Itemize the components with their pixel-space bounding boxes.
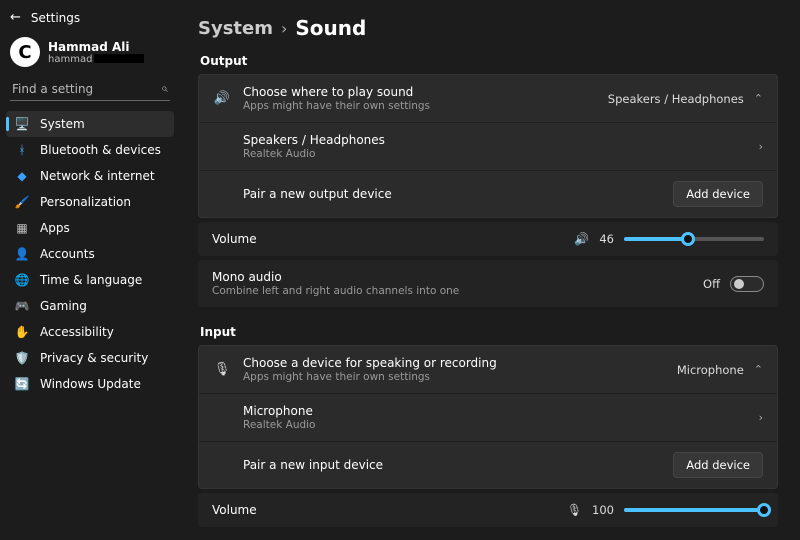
nav-icon: 🌐 [14,273,30,287]
pair-output-title: Pair a new output device [243,187,661,201]
chevron-right-icon: › [759,140,763,153]
output-device-card: 🔊 Choose where to play sound Apps might … [198,74,778,218]
output-volume-slider[interactable] [624,237,764,241]
input-volume-label: Volume [212,503,555,517]
nav-label: Bluetooth & devices [40,143,161,157]
breadcrumb-root[interactable]: System [198,18,273,39]
mono-audio-sub: Combine left and right audio channels in… [212,285,691,297]
nav-icon: ᚼ [14,143,30,157]
speaker-icon[interactable]: 🔊 [574,232,589,246]
user-name: Hammad Ali [48,40,144,54]
search-input[interactable] [12,82,161,96]
nav-icon: 🛡️ [14,351,30,365]
nav-icon: 🖌️ [14,195,30,209]
main-content: System › Sound Output 🔊 Choose where to … [180,0,800,540]
pair-input-row: Pair a new input device Add device [199,441,777,488]
nav-icon: 🔄 [14,377,30,391]
microphone-icon: 🎙 [213,362,231,377]
user-account[interactable]: C Hammad Ali hammad [6,31,174,77]
sidebar-item-accessibility[interactable]: ✋ Accessibility [6,319,174,345]
mono-audio-state: Off [703,277,720,291]
sidebar-item-apps[interactable]: ▦ Apps [6,215,174,241]
input-device-title: Microphone [243,404,747,418]
sidebar-item-gaming[interactable]: 🎮 Gaming [6,293,174,319]
output-volume-row: Volume 🔊 46 [198,222,778,256]
output-device-sub: Realtek Audio [243,148,747,160]
nav-label: Windows Update [40,377,141,391]
choose-output-title: Choose where to play sound [243,85,596,99]
search-icon: ⌕ [161,81,168,96]
output-volume-label: Volume [212,232,562,246]
input-section-title: Input [200,325,778,339]
choose-output-value: Speakers / Headphones [608,92,744,106]
user-email: hammad [48,54,144,65]
sidebar-item-windows-update[interactable]: 🔄 Windows Update [6,371,174,397]
sidebar-item-bluetooth-devices[interactable]: ᚼ Bluetooth & devices [6,137,174,163]
chevron-right-icon: › [281,19,287,38]
nav-label: Accounts [40,247,95,261]
input-device-sub: Realtek Audio [243,419,747,431]
input-volume-value: 100 [592,503,614,517]
nav-icon: 🎮 [14,299,30,313]
back-icon[interactable]: ← [10,10,21,25]
nav-label: Network & internet [40,169,155,183]
nav-label: Gaming [40,299,87,313]
chevron-up-icon: ⌃ [754,363,763,376]
output-device-title: Speakers / Headphones [243,133,747,147]
nav-icon: 👤 [14,247,30,261]
output-device-row[interactable]: Speakers / Headphones Realtek Audio › [199,122,777,170]
sidebar-item-accounts[interactable]: 👤 Accounts [6,241,174,267]
nav-label: Personalization [40,195,131,209]
choose-input-row[interactable]: 🎙 Choose a device for speaking or record… [199,346,777,393]
nav-label: Accessibility [40,325,114,339]
sidebar-item-personalization[interactable]: 🖌️ Personalization [6,189,174,215]
app-title: Settings [31,11,80,25]
sidebar-item-system[interactable]: 🖥️ System [6,111,174,137]
nav-icon: 🖥️ [14,117,30,131]
input-device-card: 🎙 Choose a device for speaking or record… [198,345,778,489]
nav-icon: ✋ [14,325,30,339]
chevron-right-icon: › [759,411,763,424]
nav-label: Time & language [40,273,142,287]
output-volume-value: 46 [599,232,614,246]
choose-input-value: Microphone [677,363,744,377]
sidebar-item-network-internet[interactable]: ◆ Network & internet [6,163,174,189]
input-volume-row: Volume 🎙 100 [198,493,778,527]
avatar: C [10,37,40,67]
page-title: Sound [295,16,366,40]
choose-input-sub: Apps might have their own settings [243,371,665,383]
nav-label: System [40,117,85,131]
nav-label: Privacy & security [40,351,148,365]
search-box[interactable]: ⌕ [10,77,170,101]
input-device-row[interactable]: Microphone Realtek Audio › [199,393,777,441]
sidebar: ← Settings C Hammad Ali hammad ⌕ 🖥️ Syste… [0,0,180,540]
choose-input-title: Choose a device for speaking or recordin… [243,356,665,370]
choose-output-row[interactable]: 🔊 Choose where to play sound Apps might … [199,75,777,122]
mono-audio-title: Mono audio [212,270,691,284]
nav-label: Apps [40,221,70,235]
nav-icon: ◆ [14,169,30,183]
output-section-title: Output [200,54,778,68]
nav-list: 🖥️ System ᚼ Bluetooth & devices ◆ Network & i… [6,111,174,397]
microphone-icon[interactable]: 🎙 [567,503,582,517]
breadcrumb: System › Sound [198,16,778,40]
sidebar-item-time-language[interactable]: 🌐 Time & language [6,267,174,293]
pair-output-row: Pair a new output device Add device [199,170,777,217]
mono-audio-row[interactable]: Mono audio Combine left and right audio … [198,260,778,307]
mono-audio-toggle[interactable] [730,276,764,292]
speaker-icon: 🔊 [213,91,231,106]
nav-icon: ▦ [14,221,30,235]
choose-output-sub: Apps might have their own settings [243,100,596,112]
sidebar-item-privacy-security[interactable]: 🛡️ Privacy & security [6,345,174,371]
add-output-device-button[interactable]: Add device [673,181,763,207]
add-input-device-button[interactable]: Add device [673,452,763,478]
pair-input-title: Pair a new input device [243,458,661,472]
chevron-up-icon: ⌃ [754,92,763,105]
input-volume-slider[interactable] [624,508,764,512]
